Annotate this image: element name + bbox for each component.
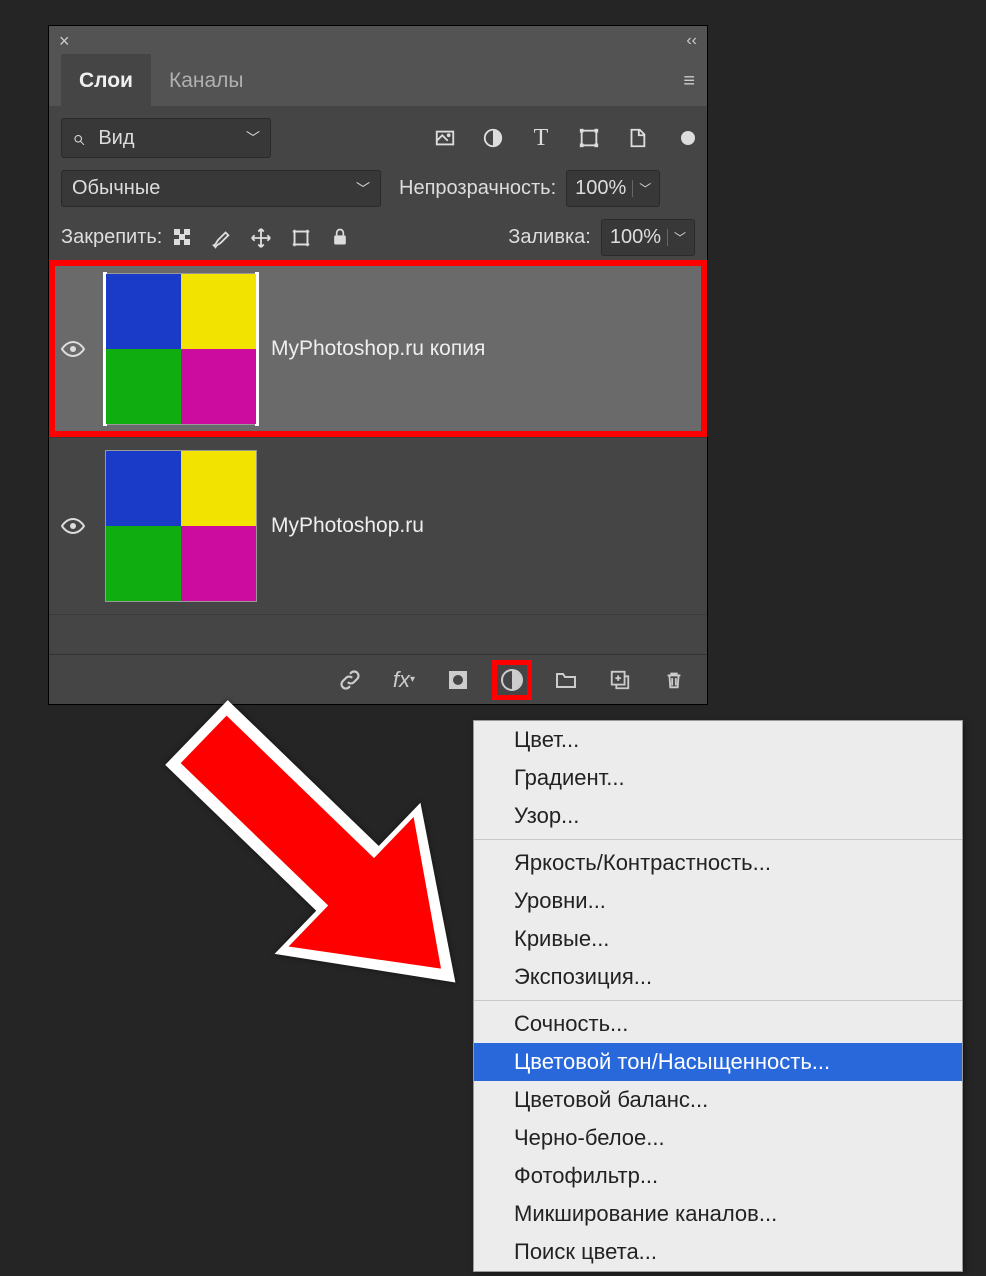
menu-separator xyxy=(474,839,962,840)
panel-footer: fx▾ xyxy=(49,654,707,704)
menu-item[interactable]: Поиск цвета... xyxy=(474,1233,962,1271)
shape-filter-icon[interactable] xyxy=(577,126,601,150)
opacity-value: 100% xyxy=(575,177,626,200)
layer-thumbnail[interactable] xyxy=(105,450,257,602)
chevron-down-icon: ﹀ xyxy=(356,179,370,199)
layer-row[interactable]: MyPhotoshop.ru xyxy=(49,437,707,614)
tab-layers[interactable]: Слои xyxy=(61,54,151,108)
lock-label: Закрепить: xyxy=(61,226,162,249)
menu-item[interactable]: Цветовой баланс... xyxy=(474,1081,962,1119)
menu-item-hue-saturation[interactable]: Цветовой тон/Насыщенность... xyxy=(474,1043,962,1081)
layer-name-label[interactable]: MyPhotoshop.ru копия xyxy=(271,337,485,361)
menu-item[interactable]: Цвет... xyxy=(474,721,962,759)
delete-layer-icon[interactable] xyxy=(661,667,687,693)
search-kind-combo[interactable]: Вид ﹀ xyxy=(61,118,271,158)
layers-list: MyPhotoshop.ru копия MyPhotoshop.ru xyxy=(49,260,707,654)
lock-row: Закрепить: Заливка: 100% ﹀ xyxy=(61,219,695,256)
lock-icons xyxy=(172,227,350,249)
panel-titlebar: × ‹‹ xyxy=(49,26,707,56)
menu-item[interactable]: Микширование каналов... xyxy=(474,1195,962,1233)
menu-item[interactable]: Градиент... xyxy=(474,759,962,797)
lock-pixels-icon[interactable] xyxy=(172,227,192,249)
menu-item[interactable]: Яркость/Контрастность... xyxy=(474,844,962,882)
opacity-value-combo[interactable]: 100% ﹀ xyxy=(566,170,660,207)
new-group-icon[interactable] xyxy=(553,667,579,693)
menu-item[interactable]: Фотофильтр... xyxy=(474,1157,962,1195)
text-filter-icon[interactable]: T xyxy=(529,126,553,150)
tab-channels[interactable]: Каналы xyxy=(151,54,262,108)
smartobject-filter-icon[interactable] xyxy=(625,126,649,150)
layer-row[interactable]: MyPhotoshop.ru копия xyxy=(49,260,707,437)
blend-row: Обычные ﹀ Непрозрачность: 100% ﹀ xyxy=(61,170,695,207)
new-layer-icon[interactable] xyxy=(607,667,633,693)
filter-row: Вид ﹀ T xyxy=(61,118,695,158)
chevron-down-icon: ﹀ xyxy=(667,229,686,246)
fill-label: Заливка: xyxy=(508,226,591,249)
fx-icon[interactable]: fx▾ xyxy=(391,667,417,693)
adjustment-dropdown-menu: Цвет... Градиент... Узор... Яркость/Конт… xyxy=(473,720,963,1272)
close-icon[interactable]: × xyxy=(59,31,70,52)
visibility-eye-icon[interactable] xyxy=(61,514,91,538)
layer-name-label[interactable]: MyPhotoshop.ru xyxy=(271,514,424,538)
menu-item[interactable]: Кривые... xyxy=(474,920,962,958)
menu-item[interactable]: Уровни... xyxy=(474,882,962,920)
link-layers-icon[interactable] xyxy=(337,667,363,693)
menu-item[interactable]: Узор... xyxy=(474,797,962,835)
lock-artboard-icon[interactable] xyxy=(290,227,312,249)
fill-value-combo[interactable]: 100% ﹀ xyxy=(601,219,695,256)
menu-item[interactable]: Черно-белое... xyxy=(474,1119,962,1157)
visibility-eye-icon[interactable] xyxy=(61,337,91,361)
search-kind-label: Вид xyxy=(98,127,134,150)
adjustment-layer-icon[interactable] xyxy=(499,667,525,693)
menu-item[interactable]: Экспозиция... xyxy=(474,958,962,996)
panel-menu-icon[interactable]: ≡ xyxy=(683,70,695,93)
panel-body: Вид ﹀ T Обычные ﹀ Непрозрачность: 100% ﹀ xyxy=(49,106,707,654)
opacity-label: Непрозрачность: xyxy=(399,177,556,200)
lock-all-icon[interactable] xyxy=(330,227,350,249)
lock-move-icon[interactable] xyxy=(250,227,272,249)
filter-icons: T xyxy=(433,126,695,150)
collapse-icon[interactable]: ‹‹ xyxy=(686,32,697,50)
fill-value: 100% xyxy=(610,226,661,249)
blend-mode-combo[interactable]: Обычные ﹀ xyxy=(61,170,381,207)
pixel-filter-icon[interactable] xyxy=(433,126,457,150)
menu-separator xyxy=(474,1000,962,1001)
panel-tabs: Слои Каналы ≡ xyxy=(49,56,707,106)
add-mask-icon[interactable] xyxy=(445,667,471,693)
blend-mode-value: Обычные xyxy=(72,177,160,200)
adjustment-filter-icon[interactable] xyxy=(481,126,505,150)
chevron-down-icon: ﹀ xyxy=(246,128,260,148)
filter-toggle-icon[interactable] xyxy=(681,131,695,145)
lock-brush-icon[interactable] xyxy=(210,227,232,249)
layers-panel: × ‹‹ Слои Каналы ≡ Вид ﹀ T Обычные xyxy=(48,25,708,705)
menu-item[interactable]: Сочность... xyxy=(474,1005,962,1043)
layer-thumbnail[interactable] xyxy=(105,273,257,425)
chevron-down-icon: ﹀ xyxy=(632,180,651,197)
